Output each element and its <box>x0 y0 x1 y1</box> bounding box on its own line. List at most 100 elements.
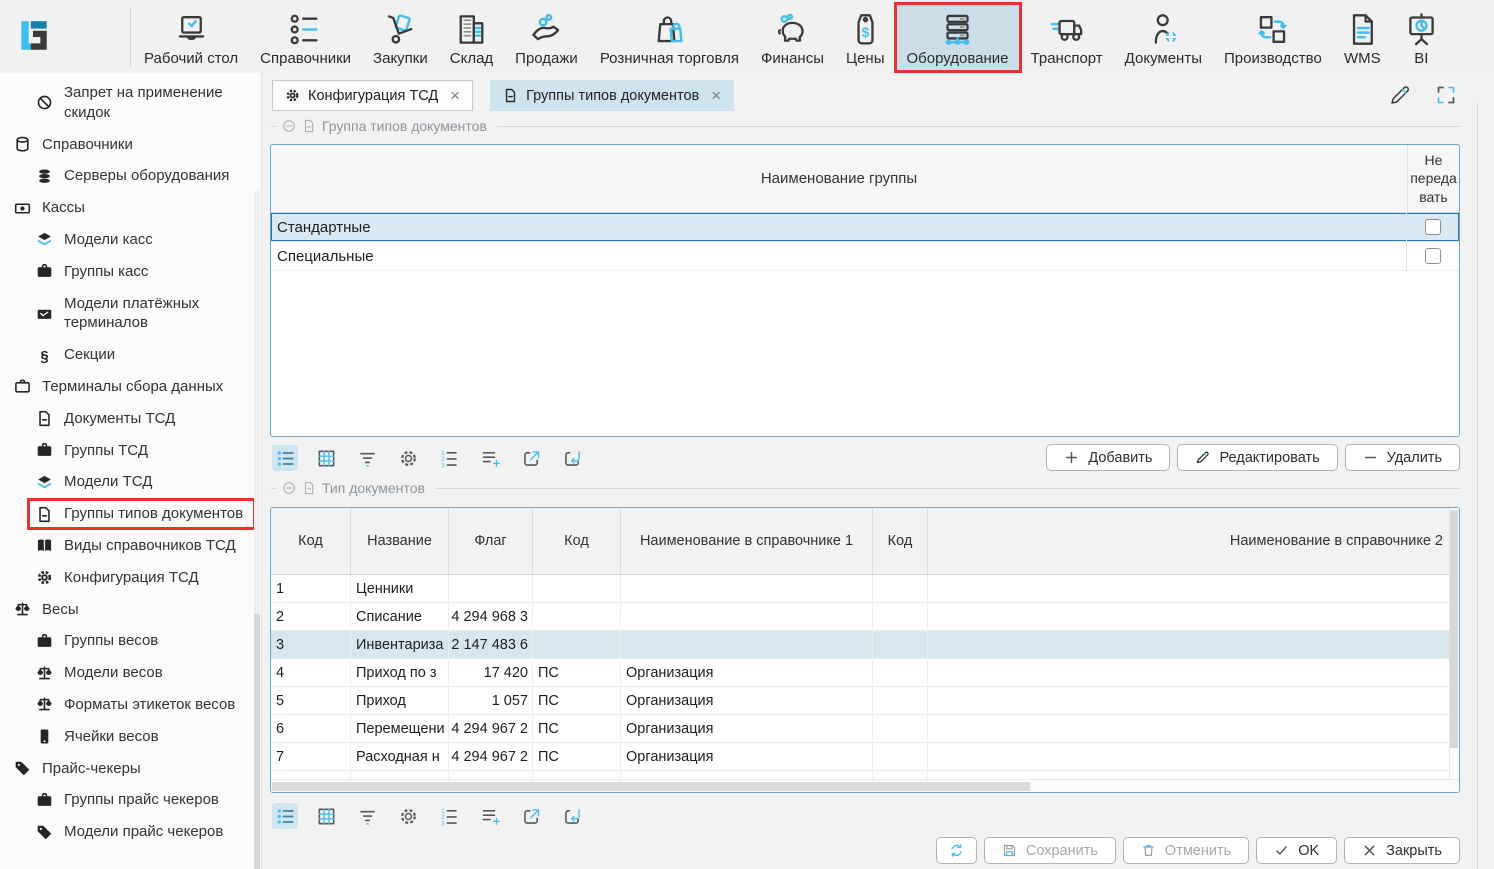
column-header-not-transfer[interactable]: Не передавать <box>1407 145 1459 212</box>
tab-close-icon[interactable]: × <box>450 87 460 104</box>
toolbar-repeat-button[interactable] <box>559 445 585 471</box>
group-row[interactable]: Стандартные <box>271 213 1459 242</box>
toolbar-list-view-button[interactable] <box>272 445 298 471</box>
toolbar-numbered-list-button[interactable]: 123 <box>436 803 462 829</box>
toolbar-grid-button[interactable] <box>313 445 339 471</box>
sidebar-item-doc-type-groups[interactable]: Группы типов документов <box>0 498 261 530</box>
sidebar-item-data-terminals[interactable]: Терминалы сбора данных <box>0 371 261 403</box>
delete-button[interactable]: Удалить <box>1345 444 1460 471</box>
toolbar-list-view-button[interactable] <box>272 803 298 829</box>
pencil-icon <box>1195 450 1210 465</box>
ok-button[interactable]: OK <box>1256 837 1337 864</box>
doc-types-column-header[interactable]: Флаг <box>449 508 533 574</box>
toolbar-grid-button[interactable] <box>313 803 339 829</box>
sidebar-item-tsd-config[interactable]: Конфигурация ТСД <box>0 562 261 594</box>
toolbar-repeat-button[interactable] <box>559 803 585 829</box>
doc-types-column-header[interactable]: Код <box>873 508 928 574</box>
sidebar-item-tsd-groups[interactable]: Группы ТСД <box>0 435 261 467</box>
sidebar-item-tsd-documents[interactable]: Документы ТСД <box>0 403 261 435</box>
sidebar-scrollbar-thumb[interactable] <box>254 614 260 869</box>
sidebar-item-price-checkers[interactable]: Прайс-чекеры <box>0 753 261 785</box>
column-header-group-name[interactable]: Наименование группы <box>271 145 1407 212</box>
not-transfer-checkbox[interactable] <box>1425 248 1441 264</box>
fullscreen-icon[interactable] <box>1434 83 1458 107</box>
sidebar: Запрет на применение скидокСправочникиСе… <box>0 73 262 869</box>
sidebar-item-cash-models[interactable]: Модели касс <box>0 224 261 256</box>
not-transfer-checkbox[interactable] <box>1425 219 1441 235</box>
nav-item-catalogs[interactable]: Справочники <box>249 4 362 71</box>
nav-item-equipment[interactable]: Оборудование <box>896 4 1020 71</box>
sidebar-item-scales-cells[interactable]: Ячейки весов <box>0 721 261 753</box>
sidebar-item-scales[interactable]: Весы <box>0 594 261 626</box>
add-button[interactable]: Добавить <box>1046 444 1170 471</box>
doc-types-column-header[interactable]: Код <box>533 508 621 574</box>
horizontal-scrollbar-thumb[interactable] <box>272 782 1030 791</box>
nav-item-retail[interactable]: Розничная торговля <box>589 4 750 71</box>
nav-item-purchases[interactable]: Закупки <box>362 4 439 71</box>
nav-item-production[interactable]: Производство <box>1213 4 1333 71</box>
nav-item-bi[interactable]: BI <box>1392 4 1451 71</box>
sidebar-item-scales-groups[interactable]: Группы весов <box>0 625 261 657</box>
toolbar-settings-button[interactable] <box>395 803 421 829</box>
doc-types-column-header[interactable]: Наименование в справочнике 2 <box>928 508 1451 574</box>
tab-tsd-config[interactable]: Конфигурация ТСД× <box>272 80 473 111</box>
toolbar-numbered-list-button[interactable]: 123 <box>436 445 462 471</box>
sidebar-item-price-checker-models[interactable]: Модели прайс чекеров <box>0 816 261 848</box>
toolbar-settings-button[interactable] <box>395 445 421 471</box>
sidebar-item-scales-label-formats[interactable]: Форматы этикеток весов <box>0 689 261 721</box>
nav-item-warehouse[interactable]: Склад <box>439 4 504 71</box>
horizontal-scrollbar[interactable] <box>271 779 1459 792</box>
sidebar-item-discount-ban[interactable]: Запрет на применение скидок <box>0 77 261 129</box>
tab-doc-type-groups[interactable]: Группы типов документов× <box>490 80 734 111</box>
toolbar-list-add-button[interactable] <box>477 445 503 471</box>
edit-pencil-icon[interactable] <box>1388 83 1412 107</box>
toolbar-filter-button[interactable] <box>354 803 380 829</box>
doc-type-row[interactable]: 6Перемещени4 294 967 2ПСОрганизация <box>271 715 1451 743</box>
sidebar-item-price-checker-groups[interactable]: Группы прайс чекеров <box>0 784 261 816</box>
toolbar-external-link-button[interactable] <box>518 445 544 471</box>
sidebar-item-scales-models[interactable]: Модели весов <box>0 657 261 689</box>
sidebar-item-inner: Терминалы сбора данных <box>12 377 223 397</box>
save-button[interactable]: Сохранить <box>984 837 1116 864</box>
collapse-icon[interactable] <box>282 119 296 133</box>
doc-type-row[interactable]: 2Списание4 294 968 3 <box>271 603 1451 631</box>
doc-type-row[interactable]: 5Приход1 057ПСОрганизация <box>271 687 1451 715</box>
doc-type-row[interactable]: 7Расходная н4 294 967 2ПСОрганизация <box>271 743 1451 771</box>
sidebar-item-equipment-servers[interactable]: Серверы оборудования <box>0 160 261 192</box>
toolbar-external-link-button[interactable] <box>518 803 544 829</box>
doc-types-column-header[interactable]: Код <box>271 508 351 574</box>
tab-close-icon[interactable]: × <box>711 87 721 104</box>
nav-item-transport[interactable]: Транспорт <box>1020 4 1114 71</box>
sidebar-item-payment-terminal-models[interactable]: Модели платёжных терминалов <box>0 288 261 340</box>
toolbar-list-add-button[interactable] <box>477 803 503 829</box>
nav-item-sales[interactable]: Продажи <box>504 4 589 71</box>
top-toolbar: Рабочий столСправочникиЗакупкиСкладПрода… <box>0 0 1494 74</box>
cancel-button[interactable]: Отменить <box>1123 837 1249 864</box>
doc-type-row[interactable]: 3Инвентариза2 147 483 6 <box>271 631 1451 659</box>
nav-item-documents[interactable]: Документы <box>1114 4 1213 71</box>
doc-types-column-header[interactable]: Наименование в справочнике 1 <box>621 508 873 574</box>
sidebar-item-sections[interactable]: §Секции <box>0 339 261 371</box>
vertical-scrollbar-thumb[interactable] <box>1450 510 1458 748</box>
toolbar-filter-button[interactable] <box>354 445 380 471</box>
sidebar-item-inner: Модели платёжных терминалов <box>34 294 253 334</box>
doc-types-column-header[interactable]: Название <box>351 508 449 574</box>
nav-item-prices[interactable]: $Цены <box>835 4 896 71</box>
sidebar-item-tsd-ref-kinds[interactable]: Виды справочников ТСД <box>0 530 261 562</box>
nav-item-finance[interactable]: Финансы <box>750 4 835 71</box>
groups-table: Наименование группы Не передавать Станда… <box>270 144 1460 437</box>
doc-type-row[interactable]: 1Ценники <box>271 575 1451 603</box>
close-button[interactable]: Закрыть <box>1344 837 1460 864</box>
sidebar-item-catalogs[interactable]: Справочники <box>0 129 261 161</box>
nav-item-wms[interactable]: WMS <box>1333 4 1392 71</box>
edit-button[interactable]: Редактировать <box>1177 444 1337 471</box>
sidebar-item-cash-groups[interactable]: Группы касс <box>0 256 261 288</box>
refresh-button[interactable] <box>936 837 977 864</box>
nav-item-desktop[interactable]: Рабочий стол <box>133 4 249 71</box>
group-row[interactable]: Специальные <box>271 242 1459 271</box>
sidebar-item-tsd-models[interactable]: Модели ТСД <box>0 466 261 498</box>
collapse-icon[interactable] <box>282 481 296 495</box>
vertical-scrollbar[interactable] <box>1449 508 1459 779</box>
doc-type-row[interactable]: 4Приход по з17 420ПСОрганизация <box>271 659 1451 687</box>
sidebar-item-cash-registers[interactable]: Кассы <box>0 192 261 224</box>
